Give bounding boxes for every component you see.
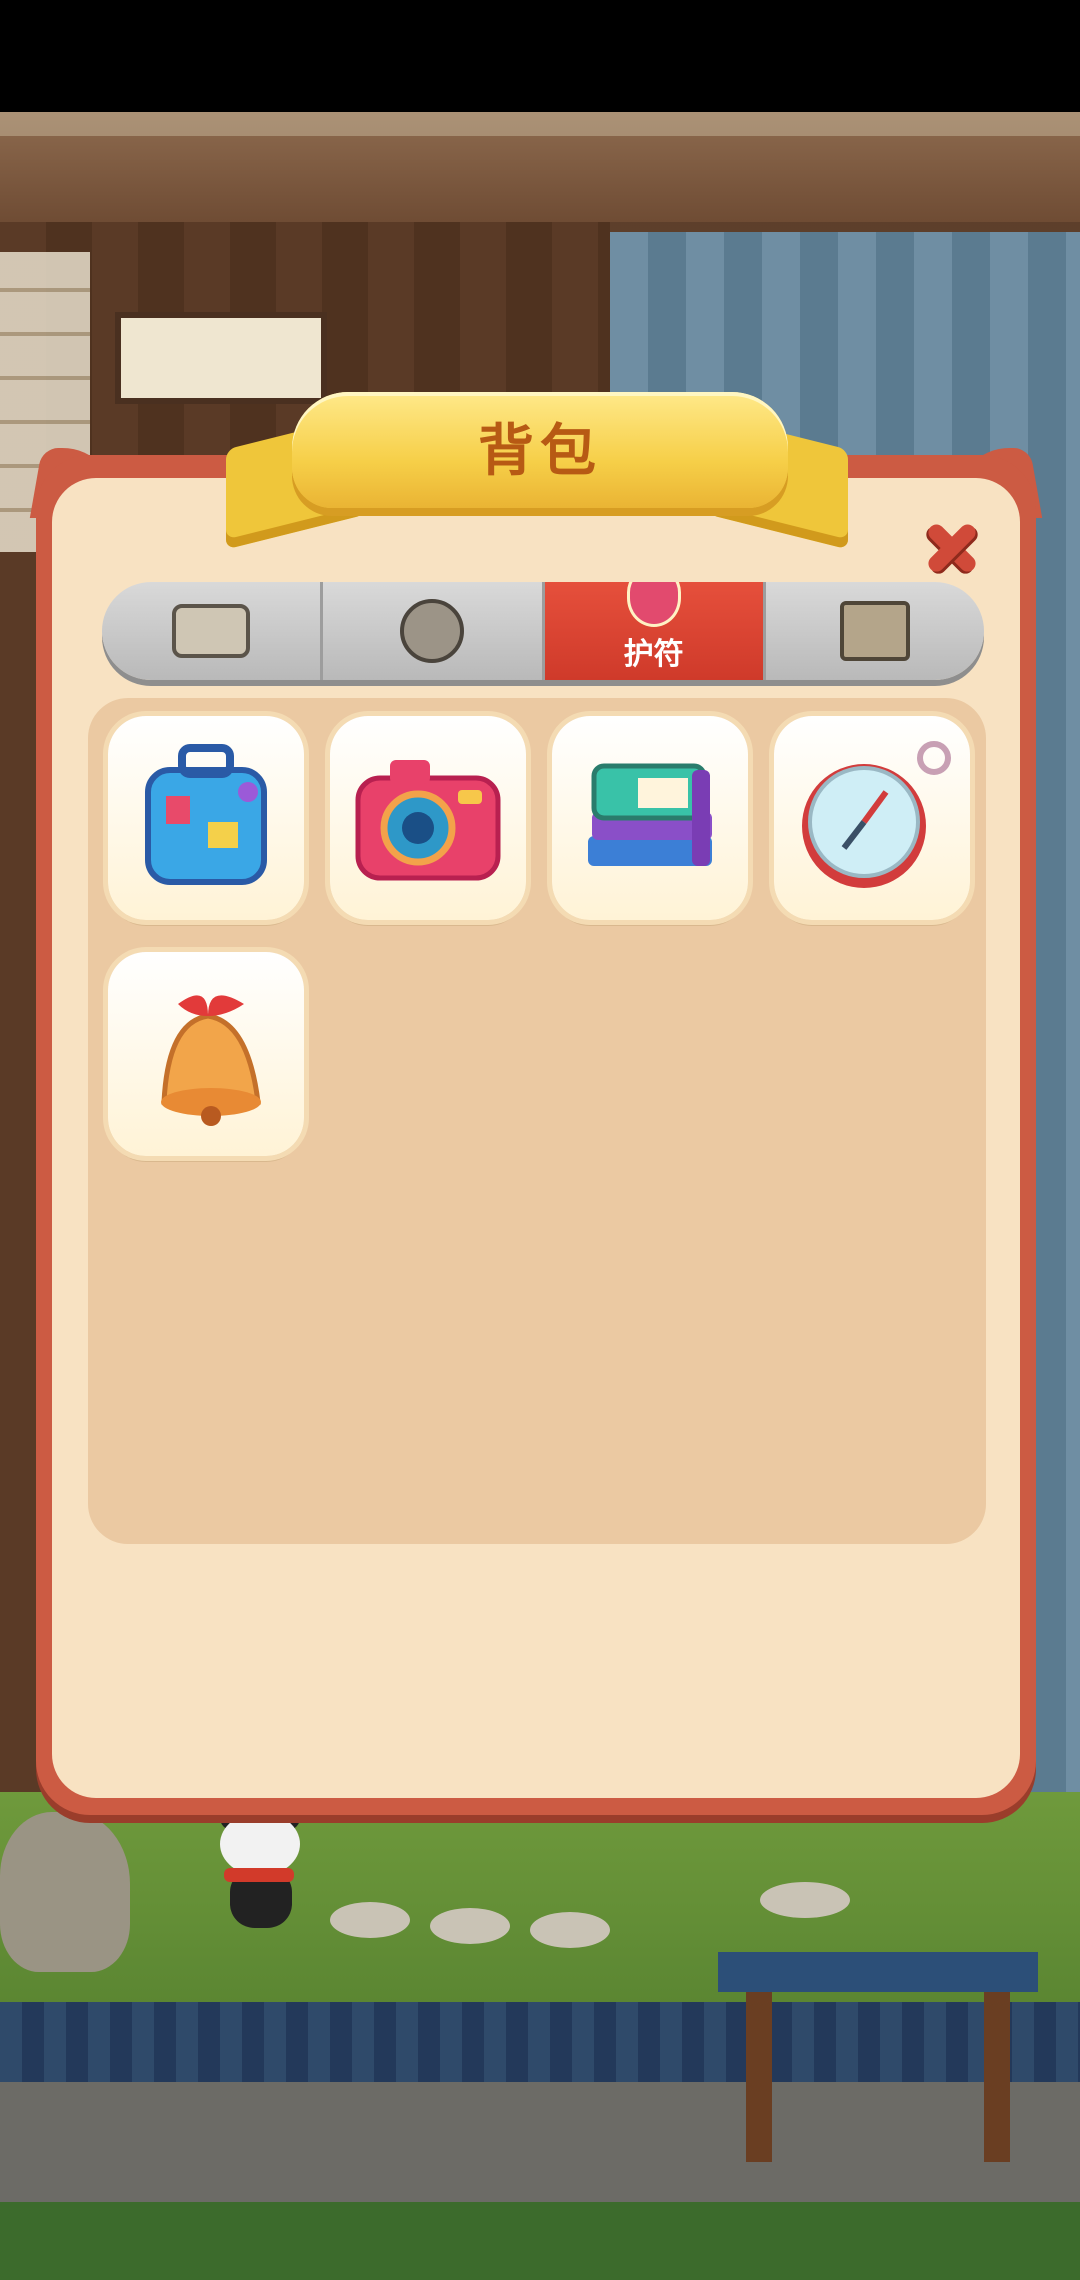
stepping-stone	[760, 1882, 850, 1918]
item-slot[interactable]	[330, 716, 526, 920]
close-button[interactable]	[920, 516, 984, 580]
tab-crate[interactable]	[766, 582, 984, 680]
dialog-title: 背包	[478, 418, 602, 484]
suitcase-icon	[145, 744, 267, 885]
garden-gate	[718, 1952, 1038, 2162]
books-icon	[588, 763, 712, 866]
item-slot[interactable]	[108, 716, 304, 920]
bell-icon	[161, 995, 261, 1126]
tab-charm[interactable]: 护符	[544, 582, 766, 680]
stepping-stone	[330, 1902, 410, 1938]
garden-rock	[0, 1812, 130, 1972]
stepping-stone	[430, 1908, 510, 1944]
category-tabs: 护符	[102, 582, 984, 680]
crate-icon	[839, 601, 910, 661]
camera-icon	[355, 760, 501, 881]
item-slot[interactable]	[552, 716, 748, 920]
compass-icon	[802, 741, 951, 888]
item-slot[interactable]	[108, 952, 304, 1156]
tab-scroll[interactable]	[102, 582, 324, 680]
calligraphy-sign	[115, 312, 327, 404]
panda-character[interactable]	[210, 1806, 310, 1932]
charm-icon	[626, 582, 681, 627]
roof	[0, 112, 1080, 222]
tab-bear[interactable]	[323, 582, 545, 680]
bear-icon	[400, 599, 465, 663]
scroll-icon	[172, 604, 251, 658]
ground	[0, 2202, 1080, 2280]
stepping-stone	[530, 1912, 610, 1948]
tab-label: 护符	[623, 637, 684, 672]
item-slot[interactable]	[774, 716, 970, 920]
